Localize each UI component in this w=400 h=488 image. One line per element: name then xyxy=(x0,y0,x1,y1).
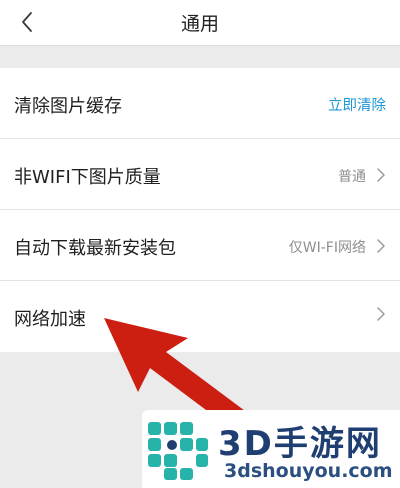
watermark-domain: 3dshouyou.com xyxy=(224,460,393,482)
settings-row-clear-cache[interactable]: 清除图片缓存 立即清除 xyxy=(0,68,400,139)
settings-list: 清除图片缓存 立即清除 非WIFI下图片质量 普通 自动下载最新安装包 仅WI-… xyxy=(0,68,400,352)
settings-row-value: 仅WI-FI网络 xyxy=(288,240,366,256)
chevron-right-icon xyxy=(377,307,385,321)
settings-row-label: 非WIFI下图片质量 xyxy=(14,167,161,188)
settings-row-image-quality[interactable]: 非WIFI下图片质量 普通 xyxy=(0,139,400,210)
page-title: 通用 xyxy=(180,13,219,35)
clear-now-button[interactable]: 立即清除 xyxy=(328,94,386,115)
settings-row-auto-download[interactable]: 自动下载最新安装包 仅WI-FI网络 xyxy=(0,210,400,281)
watermark-name: 3D手游网 xyxy=(218,424,382,464)
watermark: 3D手游网 3dshouyou.com xyxy=(142,410,400,488)
header-bar: 通用 xyxy=(0,0,400,46)
settings-row-label: 网络加速 xyxy=(14,309,86,330)
settings-row-label: 清除图片缓存 xyxy=(14,96,122,117)
settings-row-label: 自动下载最新安装包 xyxy=(14,238,176,259)
chevron-right-icon xyxy=(377,168,385,182)
chevron-right-icon xyxy=(377,239,385,253)
watermark-logo-icon xyxy=(148,422,208,480)
section-gap xyxy=(0,46,400,68)
settings-row-network-acceleration[interactable]: 网络加速 xyxy=(0,281,400,352)
settings-row-value: 普通 xyxy=(338,169,366,185)
